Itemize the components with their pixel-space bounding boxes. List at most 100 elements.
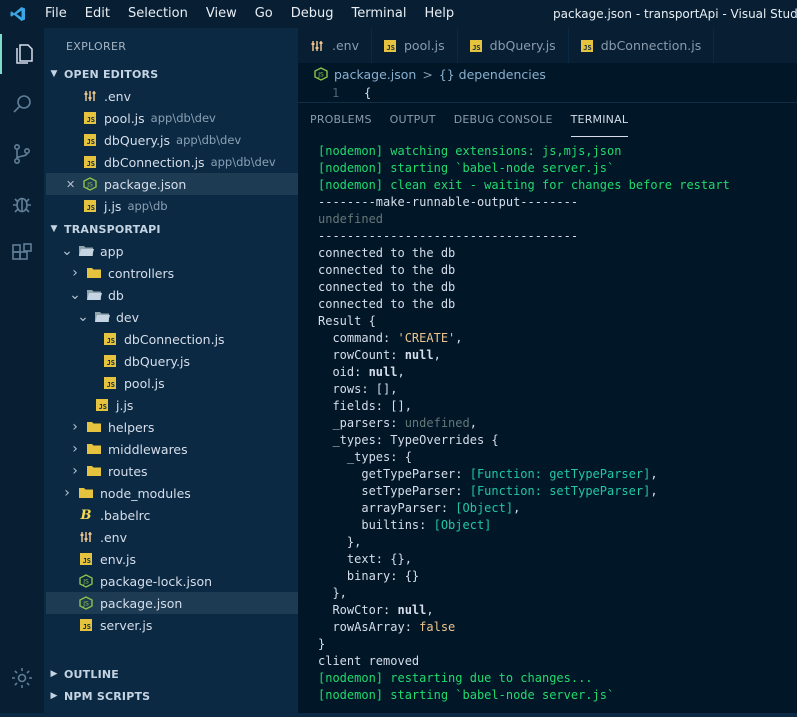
menu-item-edit[interactable]: Edit (76, 0, 119, 28)
tree-item[interactable]: › helpers (46, 416, 298, 438)
editor-tab[interactable]: JS dbConnection.js (569, 28, 715, 63)
npm-scripts-section-header[interactable]: ▶ NPM SCRIPTS (44, 685, 298, 707)
tree-item[interactable]: JS env.js (46, 548, 298, 570)
chevron-right-icon: › (72, 419, 78, 435)
open-editor-item[interactable]: JS pool.js app\db\dev (46, 107, 298, 129)
tab-label: dbQuery.js (489, 38, 556, 53)
breadcrumb: JS package.json > {} dependencies (314, 64, 546, 84)
breadcrumb-file[interactable]: package.json (334, 67, 416, 82)
tree-item[interactable]: ⌄ app (46, 240, 298, 262)
file-name: app (100, 243, 124, 259)
file-name: j.js (116, 397, 134, 413)
chevron-right-icon: › (72, 265, 78, 281)
code-line[interactable]: 1 { (298, 86, 797, 102)
source-control-icon[interactable] (0, 134, 44, 174)
terminal-line: [nodemon] watching extensions: js,mjs,js… (318, 144, 622, 158)
terminal-line: [nodemon] starting `babel-node server.js… (318, 161, 615, 175)
panel-tab-terminal[interactable]: TERMINAL (570, 103, 629, 137)
chevron-right-icon: ▶ (50, 691, 58, 701)
js-file-icon: JS (383, 39, 396, 52)
editor-tab[interactable]: JS pool.js (372, 28, 458, 63)
menu-item-selection[interactable]: Selection (119, 0, 197, 28)
folder-icon (86, 441, 102, 457)
file-name: .babelrc (100, 507, 151, 523)
editor-tab[interactable]: JS dbQuery.js (458, 28, 569, 63)
js-file-icon: JS (469, 39, 482, 52)
terminal-line: fields: [], (318, 399, 412, 413)
open-editors-section-header[interactable]: ▼ OPEN EDITORS (44, 63, 298, 85)
menu-item-terminal[interactable]: Terminal (343, 0, 416, 28)
explorer-title: EXPLORER (66, 40, 127, 53)
menu-item-view[interactable]: View (197, 0, 246, 28)
project-section-header[interactable]: ▼ TRANSPORTAPI (44, 218, 298, 240)
svg-text:JS: JS (82, 601, 89, 608)
file-name: node_modules (100, 485, 191, 501)
babel-file-icon: B (80, 507, 92, 523)
tree-item[interactable]: B .babelrc (46, 504, 298, 526)
menu-item-help[interactable]: Help (415, 0, 463, 28)
tab-label: .env (332, 38, 359, 53)
file-path: app\db\dev (210, 155, 276, 169)
tree-item[interactable]: › routes (46, 460, 298, 482)
files-icon[interactable] (0, 34, 46, 74)
search-icon[interactable] (0, 84, 44, 124)
menu-item-debug[interactable]: Debug (282, 0, 343, 28)
terminal-output[interactable]: [nodemon] watching extensions: js,mjs,js… (318, 143, 793, 704)
env-settings-icon (310, 39, 324, 53)
terminal-line: connected to the db (318, 246, 456, 260)
tree-item[interactable]: JS pool.js (46, 372, 298, 394)
open-editor-item[interactable]: .env (46, 85, 298, 107)
tree-item[interactable]: JS package.json (46, 592, 298, 614)
file-name: dbQuery.js (104, 132, 171, 148)
open-editor-item[interactable]: ✕ JS package.json (46, 173, 298, 195)
tree-item[interactable]: JS server.js (46, 614, 298, 636)
tree-item[interactable]: JS dbConnection.js (46, 328, 298, 350)
activity-bar (0, 28, 44, 713)
file-name: package.json (100, 595, 183, 611)
close-icon[interactable]: ✕ (66, 178, 75, 191)
extensions-icon[interactable] (0, 234, 44, 274)
panel-tab-output[interactable]: OUTPUT (390, 103, 436, 137)
file-name: package.json (104, 176, 187, 192)
terminal-line: [nodemon] clean exit - waiting for chang… (318, 178, 730, 192)
debug-icon[interactable] (0, 184, 44, 224)
code-text[interactable]: { (364, 86, 371, 100)
tree-item[interactable]: › middlewares (46, 438, 298, 460)
breadcrumb-symbol[interactable]: {} dependencies (439, 67, 546, 82)
open-editor-item[interactable]: JS dbConnection.js app\db\dev (46, 151, 298, 173)
file-name: .env (100, 529, 127, 545)
terminal-line: connected to the db (318, 280, 456, 294)
editor-tab[interactable]: .env (298, 28, 372, 63)
chevron-down-icon: ▼ (50, 224, 58, 234)
js-file-icon: JS (82, 132, 98, 148)
tree-item[interactable]: JS j.js (46, 394, 298, 416)
tree-item[interactable]: JS package-lock.json (46, 570, 298, 592)
line-number: 1 (332, 86, 340, 100)
menu-item-go[interactable]: Go (246, 0, 282, 28)
js-file-icon: JS (102, 353, 118, 369)
terminal-line: [nodemon] starting `babel-node server.js… (318, 688, 615, 702)
menu-item-file[interactable]: File (36, 0, 76, 28)
tree-item[interactable]: ⌄ dev (46, 306, 298, 328)
title-bar: File Edit Selection View Go Debug Terminal Help… (0, 0, 797, 28)
panel-tab-debug-console[interactable]: DEBUG CONSOLE (454, 103, 553, 137)
tree-item[interactable]: JS dbQuery.js (46, 350, 298, 372)
file-name: dbConnection.js (124, 331, 225, 347)
svg-text:JS: JS (82, 579, 89, 586)
file-name: j.js (104, 198, 122, 214)
settings-gear-icon[interactable] (0, 658, 44, 698)
outline-section-header[interactable]: ▶ OUTLINE (44, 663, 298, 685)
open-editor-item[interactable]: JS j.js app\db (46, 195, 298, 217)
terminal-line: }, (318, 586, 347, 600)
terminal-line: rows: [], (318, 382, 398, 396)
file-name: package-lock.json (100, 573, 213, 589)
tree-item[interactable]: › node_modules (46, 482, 298, 504)
tree-item[interactable]: › controllers (46, 262, 298, 284)
terminal-line: rowCount: null, (318, 348, 441, 362)
open-editor-item[interactable]: JS dbQuery.js app\db\dev (46, 129, 298, 151)
tree-item[interactable]: .env (46, 526, 298, 548)
status-bar (0, 713, 797, 717)
tree-item[interactable]: ⌄ db (46, 284, 298, 306)
panel-tab-problems[interactable]: PROBLEMS (310, 103, 372, 137)
menu-bar: File Edit Selection View Go Debug Terminal Help (36, 0, 463, 28)
